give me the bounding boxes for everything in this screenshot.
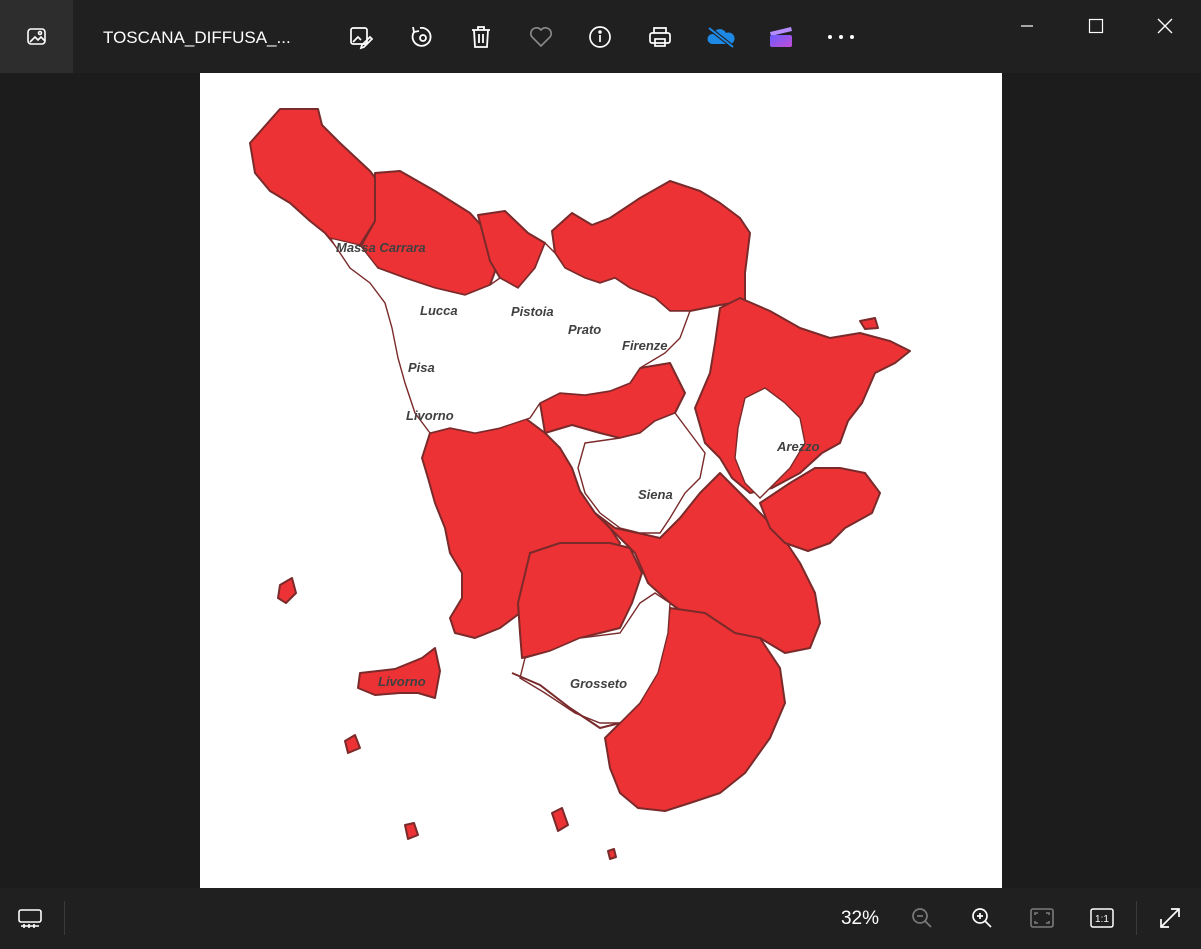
print-icon [647, 24, 673, 50]
title-bar: TOSCANA_DIFFUSA_... [0, 0, 1201, 73]
info-button[interactable] [580, 17, 620, 57]
minimize-button[interactable] [993, 0, 1061, 52]
edit-image-button[interactable] [341, 17, 381, 57]
delete-button[interactable] [461, 17, 501, 57]
delete-icon [469, 24, 493, 50]
more-options-button[interactable] [821, 17, 861, 57]
actual-size-button[interactable]: 1:1 [1082, 898, 1122, 938]
label-livorno-island: Livorno [378, 674, 426, 689]
video-editor-icon [767, 24, 795, 50]
label-pisa: Pisa [408, 360, 435, 375]
fit-to-window-icon [1029, 907, 1055, 929]
video-editor-button[interactable] [761, 17, 801, 57]
info-icon [587, 24, 613, 50]
label-massa-carrara: Massa Carrara [336, 240, 426, 255]
displayed-image: Massa Carrara Lucca Pistoia Prato Firenz… [200, 73, 1002, 888]
label-pistoia: Pistoia [511, 304, 554, 319]
zoom-in-button[interactable] [962, 898, 1002, 938]
label-arezzo: Arezzo [776, 439, 820, 454]
zoom-level: 32% [840, 908, 880, 929]
label-livorno: Livorno [406, 408, 454, 423]
filmstrip-icon [17, 907, 43, 929]
bottom-bar: 32% 1:1 [0, 888, 1201, 949]
favorite-heart-icon [528, 25, 554, 49]
print-button[interactable] [640, 17, 680, 57]
label-firenze: Firenze [622, 338, 668, 353]
onedrive-button[interactable] [701, 17, 741, 57]
maximize-icon [1088, 18, 1104, 34]
actual-size-icon: 1:1 [1089, 907, 1115, 929]
full-screen-button[interactable] [1150, 898, 1190, 938]
label-lucca: Lucca [420, 303, 458, 318]
close-icon [1157, 18, 1173, 34]
zoom-out-icon [910, 906, 934, 930]
label-siena: Siena [638, 487, 673, 502]
close-button[interactable] [1131, 0, 1199, 52]
app-icon-button[interactable] [0, 0, 73, 73]
label-grosseto: Grosseto [570, 676, 627, 691]
onedrive-off-icon [705, 24, 737, 50]
svg-text:1:1: 1:1 [1095, 914, 1109, 925]
divider [64, 901, 65, 935]
fit-to-window-button[interactable] [1022, 898, 1062, 938]
rotate-icon [408, 24, 434, 50]
zoom-out-button[interactable] [902, 898, 942, 938]
edit-image-icon [348, 24, 374, 50]
rotate-button[interactable] [401, 17, 441, 57]
window-title: TOSCANA_DIFFUSA_... [103, 28, 291, 47]
tuscany-map: Massa Carrara Lucca Pistoia Prato Firenz… [249, 108, 911, 860]
full-screen-icon [1158, 906, 1182, 930]
favorite-button[interactable] [521, 17, 561, 57]
image-viewer[interactable]: Massa Carrara Lucca Pistoia Prato Firenz… [0, 73, 1201, 888]
filmstrip-button[interactable] [10, 898, 50, 938]
divider [1136, 901, 1137, 935]
minimize-icon [1020, 19, 1034, 33]
zoom-in-icon [970, 906, 994, 930]
label-prato: Prato [568, 322, 601, 337]
more-options-icon [826, 33, 856, 41]
photos-app-icon [25, 25, 49, 49]
maximize-button[interactable] [1062, 0, 1130, 52]
